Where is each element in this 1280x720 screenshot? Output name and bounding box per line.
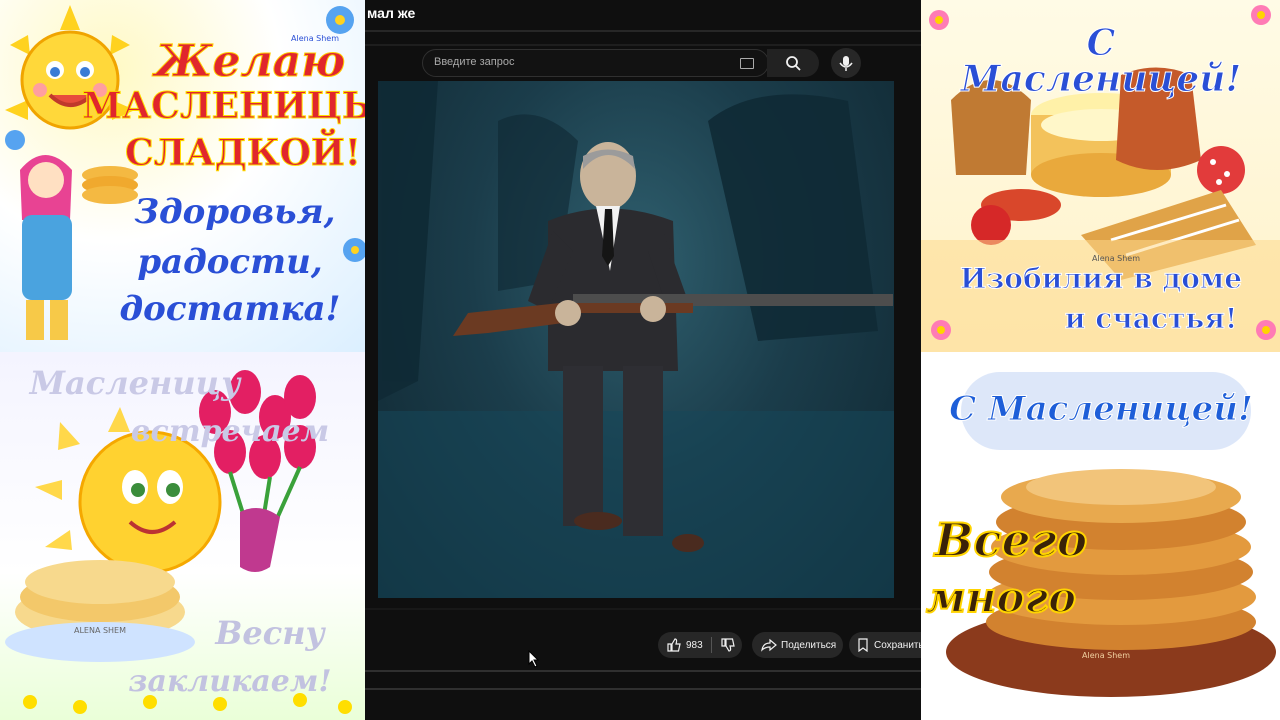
- video-player-page: мал же Введите запрос 983 Поделиться Сох…: [365, 0, 921, 720]
- like-icon: [667, 638, 681, 652]
- keyboard-icon[interactable]: [740, 58, 754, 69]
- like-button[interactable]: 983: [658, 638, 711, 652]
- card-line-meet: встречаем: [130, 414, 330, 449]
- card-heading-wish: Желаю: [154, 36, 346, 87]
- search-icon: [786, 56, 801, 71]
- share-icon: [761, 638, 777, 652]
- window-title: мал же: [367, 5, 416, 21]
- card-heading: С Масленицей!: [960, 22, 1242, 100]
- save-label: Сохранить: [874, 639, 921, 651]
- watermark: Alena Shem: [291, 34, 339, 43]
- microphone-icon: [839, 56, 853, 71]
- card-line-spring: Весну: [215, 614, 325, 652]
- watermark: ALENA SHEM: [73, 626, 127, 635]
- share-label: Поделиться: [781, 639, 837, 651]
- divider: [365, 44, 921, 46]
- card-heading-sweet: СЛАДКОЙ!: [125, 132, 362, 174]
- cursor-icon: [528, 650, 540, 668]
- video-scene: [378, 81, 894, 598]
- card-line-maslenitsa: Масленицу: [29, 364, 241, 402]
- greeting-card-top-right: С Масленицей! Изобилия в доме и счастья!…: [921, 0, 1280, 352]
- like-dislike-group: 983: [658, 632, 742, 658]
- save-button[interactable]: Сохранить: [849, 632, 921, 658]
- card-line-prosperity: достатка!: [119, 289, 341, 329]
- card-line-abundance: Изобилия в доме: [959, 262, 1243, 295]
- video-frame[interactable]: [378, 81, 894, 598]
- divider: [365, 688, 921, 690]
- save-icon: [858, 638, 868, 652]
- card-heading: С Масленицей!: [949, 389, 1254, 429]
- greeting-card-bottom-right: С Масленицей! Всего много Alena Shem: [921, 352, 1280, 720]
- search-input[interactable]: Введите запрос: [422, 49, 769, 77]
- card-line-call: закликаем!: [128, 664, 332, 699]
- dislike-icon: [721, 638, 735, 652]
- watermark: Alena Shem: [1082, 651, 1130, 660]
- search-placeholder: Введите запрос: [434, 56, 515, 68]
- card-line-happiness: и счастья!: [1064, 302, 1238, 335]
- divider: [365, 30, 921, 32]
- divider: [365, 608, 921, 610]
- dislike-button[interactable]: [712, 638, 735, 652]
- card-line-plenty: много: [925, 573, 1077, 622]
- card-heading-maslenitsa: МАСЛЕНИЦЫ: [82, 85, 366, 127]
- card-line-everything: Всего: [934, 513, 1089, 567]
- watermark: Alena Shem: [1092, 254, 1140, 263]
- divider: [365, 670, 921, 672]
- share-button[interactable]: Поделиться: [752, 632, 843, 658]
- like-count: 983: [686, 639, 703, 651]
- search-button[interactable]: [767, 49, 819, 77]
- card-line-joy: радости,: [137, 242, 323, 282]
- card-line-health: Здоровья,: [134, 192, 336, 232]
- greeting-card-bottom-left: Масленицу встречаем Весну закликаем! ALE…: [0, 352, 365, 720]
- greeting-card-top-left: Желаю МАСЛЕНИЦЫ СЛАДКОЙ! Здоровья, радос…: [0, 0, 365, 352]
- voice-search-button[interactable]: [831, 48, 861, 78]
